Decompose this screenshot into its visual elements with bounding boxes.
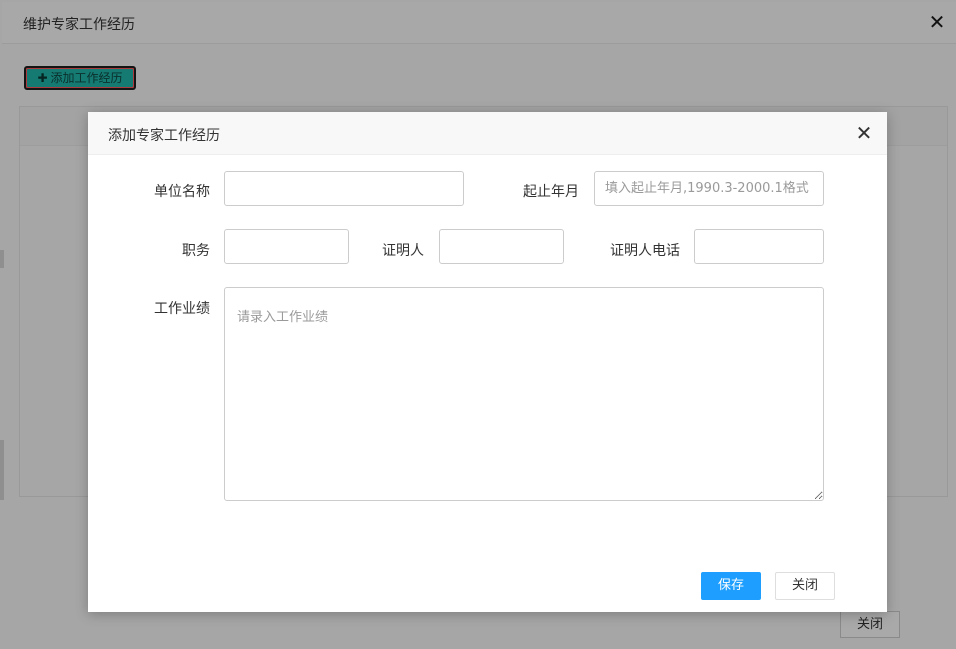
period-input[interactable]	[594, 171, 824, 206]
save-button[interactable]: 保存	[701, 572, 761, 600]
background-edge-mark	[0, 440, 4, 500]
background-window-header: 维护专家工作经历 ✕	[2, 2, 956, 44]
witness-phone-input[interactable]	[694, 229, 824, 264]
background-edge-mark	[0, 250, 4, 268]
dialog-close-icon[interactable]: ✕	[853, 122, 875, 144]
dialog-title: 添加专家工作经历	[108, 128, 220, 144]
witness-input[interactable]	[439, 229, 564, 264]
achievements-label: 工作业绩	[154, 301, 210, 317]
background-close-icon[interactable]: ✕	[926, 11, 948, 33]
company-input[interactable]	[224, 171, 464, 206]
position-label: 职务	[182, 243, 210, 259]
dialog-header: 添加专家工作经历 ✕	[88, 112, 887, 155]
background-close-button[interactable]: 关闭	[840, 611, 900, 638]
close-button[interactable]: 关闭	[775, 572, 835, 600]
achievements-textarea[interactable]	[224, 287, 824, 501]
witness-phone-label: 证明人电话	[610, 243, 680, 259]
add-work-experience-button-face[interactable]: ✚ 添加工作经历	[27, 69, 133, 87]
company-label: 单位名称	[154, 184, 210, 200]
background-window-title: 维护专家工作经历	[23, 17, 135, 33]
add-work-experience-dialog: 添加专家工作经历 ✕ 单位名称 起止年月 职务 证明人 证明人电话 工作业绩 保…	[88, 112, 887, 612]
position-input[interactable]	[224, 229, 349, 264]
plus-icon: ✚	[37, 71, 48, 85]
witness-label: 证明人	[382, 243, 424, 259]
period-label: 起止年月	[523, 184, 579, 200]
add-work-experience-button[interactable]: ✚ 添加工作经历	[24, 66, 136, 90]
add-work-experience-label: 添加工作经历	[50, 71, 123, 85]
